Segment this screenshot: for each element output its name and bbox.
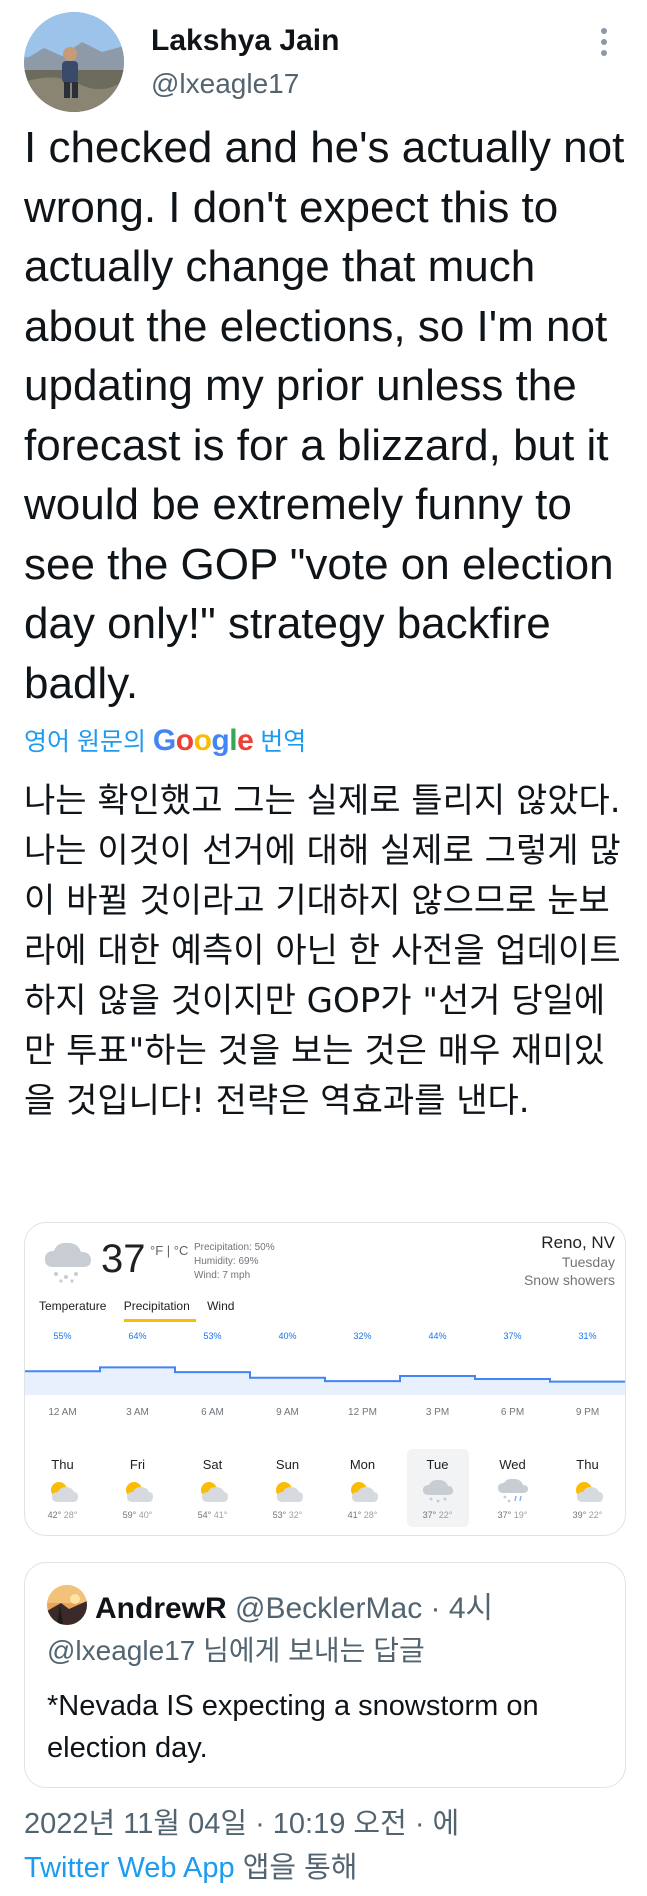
quote-time[interactable]: · 4시 bbox=[431, 1592, 494, 1625]
snow-rain-icon bbox=[497, 1478, 528, 1503]
tab-wind[interactable]: Wind bbox=[207, 1299, 240, 1319]
forecast-day[interactable]: Mon 41° 28° bbox=[332, 1449, 394, 1520]
partly-cloudy-icon bbox=[575, 1482, 603, 1502]
forecast-day[interactable]: Thu 42° 28° bbox=[32, 1449, 94, 1520]
forecast-temps: 53° 32° bbox=[272, 1510, 303, 1520]
weather-location-block: Reno, NV Tuesday Snow showers bbox=[524, 1233, 615, 1289]
author-name[interactable]: Lakshya Jain bbox=[151, 24, 339, 58]
forecast-day-label: Mon bbox=[349, 1457, 376, 1472]
quote-avatar[interactable] bbox=[47, 1585, 87, 1625]
forecast-temps: 39° 22° bbox=[572, 1510, 603, 1520]
time-tick-label: 9 PM bbox=[576, 1407, 599, 1418]
forecast-day-label: Sat bbox=[202, 1457, 223, 1472]
precip-value-label: 37% bbox=[503, 1331, 521, 1341]
quote-reply-to: @lxeagle17 님에게 보내는 답글 bbox=[47, 1635, 425, 1666]
time-tick-label: 12 PM bbox=[348, 1407, 377, 1418]
quote-author-name[interactable]: AndrewR bbox=[95, 1592, 227, 1625]
weather-image[interactable]: 37 °F | °C Precipitation: 50% Humidity: … bbox=[24, 1222, 626, 1536]
forecast-temps: 54° 41° bbox=[197, 1510, 228, 1520]
weather-tabs: Temperature Precipitation Wind bbox=[39, 1299, 248, 1322]
precip-value-label: 44% bbox=[428, 1331, 446, 1341]
humidity-stat: Humidity: 69% bbox=[194, 1256, 259, 1267]
forecast-day[interactable]: Sat 54° 41° bbox=[182, 1449, 244, 1520]
unit-toggle[interactable]: °F | °C bbox=[150, 1243, 188, 1258]
partly-cloudy-icon bbox=[50, 1482, 78, 1502]
time-tick-label: 3 AM bbox=[126, 1407, 149, 1418]
quote-text: *Nevada IS expecting a snowstorm on elec… bbox=[47, 1690, 539, 1764]
time-tick-label: 12 AM bbox=[48, 1407, 76, 1418]
partly-cloudy-icon bbox=[125, 1482, 153, 1502]
precip-value-label: 32% bbox=[353, 1331, 371, 1341]
time-tick-label: 6 AM bbox=[201, 1407, 224, 1418]
daily-forecast: Thu 42° 28° Fri 59° 40° Sat 54° 41° Sun 53° 32°… bbox=[25, 1449, 625, 1529]
tab-temperature[interactable]: Temperature bbox=[39, 1299, 112, 1319]
precip-value-label: 53% bbox=[203, 1331, 221, 1341]
precip-value-label: 31% bbox=[578, 1331, 596, 1341]
forecast-day-label: Tue bbox=[426, 1457, 449, 1472]
weather-stats: Precipitation: 50% Humidity: 69% Wind: 7… bbox=[194, 1241, 275, 1283]
forecast-day[interactable]: Fri 59° 40° bbox=[107, 1449, 169, 1520]
forecast-day[interactable]: Sun 53° 32° bbox=[257, 1449, 319, 1520]
precip-value-label: 64% bbox=[128, 1331, 146, 1341]
tweet-source-suffix: 앱을 통해 bbox=[242, 1852, 358, 1884]
weather-day: Tuesday bbox=[561, 1254, 615, 1270]
translate-suffix: 번역 bbox=[260, 728, 307, 756]
forecast-day-label: Fri bbox=[129, 1457, 146, 1472]
forecast-day-label: Thu bbox=[51, 1457, 74, 1472]
more-options-icon[interactable] bbox=[598, 28, 610, 62]
time-tick-label: 9 AM bbox=[276, 1407, 299, 1418]
quote-header: AndrewR @BecklerMac · 4시 bbox=[95, 1583, 493, 1627]
google-logo: Google bbox=[152, 724, 254, 757]
translate-link[interactable]: 영어 원문의 Google 번역 bbox=[24, 722, 306, 758]
forecast-temps: 37° 22° bbox=[422, 1510, 453, 1520]
forecast-temps: 59° 40° bbox=[122, 1510, 153, 1520]
precip-value-label: 55% bbox=[53, 1331, 71, 1341]
quote-author-handle[interactable]: @BecklerMac bbox=[235, 1592, 422, 1625]
time-tick-label: 6 PM bbox=[501, 1407, 524, 1418]
partly-cloudy-icon bbox=[200, 1482, 228, 1502]
partly-cloudy-icon bbox=[275, 1482, 303, 1502]
quoted-tweet[interactable]: AndrewR @BecklerMac · 4시 @lxeagle17 님에게 … bbox=[24, 1562, 626, 1788]
weather-condition: Snow showers bbox=[523, 1272, 615, 1288]
time-tick-label: 3 PM bbox=[426, 1407, 449, 1418]
snow-cloud-icon bbox=[422, 1479, 453, 1503]
translated-text: 나는 확인했고 그는 실제로 틀리지 않았다. 나는 이것이 선거에 대해 실제… bbox=[24, 781, 621, 1121]
author-handle[interactable]: @lxeagle17 bbox=[151, 68, 299, 100]
forecast-temps: 37° 19° bbox=[497, 1510, 528, 1520]
tweet-timestamp[interactable]: 2022년 11월 04일 · 10:19 오전 · 에 bbox=[24, 1802, 459, 1846]
forecast-day-label: Thu bbox=[576, 1457, 599, 1472]
precip-value-label: 40% bbox=[278, 1331, 296, 1341]
tweet-text: I checked and he's actually not wrong. I… bbox=[24, 123, 625, 708]
forecast-day[interactable]: Wed 37° 19° bbox=[482, 1449, 544, 1520]
wind-stat: Wind: 7 mph bbox=[194, 1270, 251, 1281]
precipitation-chart: 55% 12 AM 64% 3 AM 53% 6 AM 40% 9 AM 32% 12 PM 44%… bbox=[25, 1331, 625, 1418]
current-temp: 37 bbox=[101, 1237, 146, 1281]
forecast-temps: 41° 28° bbox=[347, 1510, 378, 1520]
tab-precipitation[interactable]: Precipitation bbox=[123, 1299, 196, 1322]
snow-cloud-icon bbox=[45, 1242, 91, 1283]
partly-cloudy-icon bbox=[350, 1482, 378, 1502]
forecast-day-label: Sun bbox=[275, 1457, 300, 1472]
author-avatar[interactable] bbox=[24, 12, 124, 112]
forecast-day[interactable]: Tue 37° 22° bbox=[406, 1449, 469, 1527]
forecast-day[interactable]: Thu 39° 22° bbox=[557, 1449, 619, 1520]
forecast-day-label: Wed bbox=[499, 1457, 526, 1472]
forecast-temps: 42° 28° bbox=[47, 1510, 78, 1520]
tweet-source[interactable]: Twitter Web App bbox=[24, 1852, 235, 1884]
tweet-meta: 2022년 11월 04일 · 10:19 오전 · 에 Twitter Web… bbox=[24, 1802, 459, 1890]
precipitation-stat: Precipitation: 50% bbox=[194, 1242, 275, 1253]
translate-prefix: 영어 원문의 bbox=[24, 728, 146, 756]
weather-location: Reno, NV bbox=[541, 1233, 615, 1252]
